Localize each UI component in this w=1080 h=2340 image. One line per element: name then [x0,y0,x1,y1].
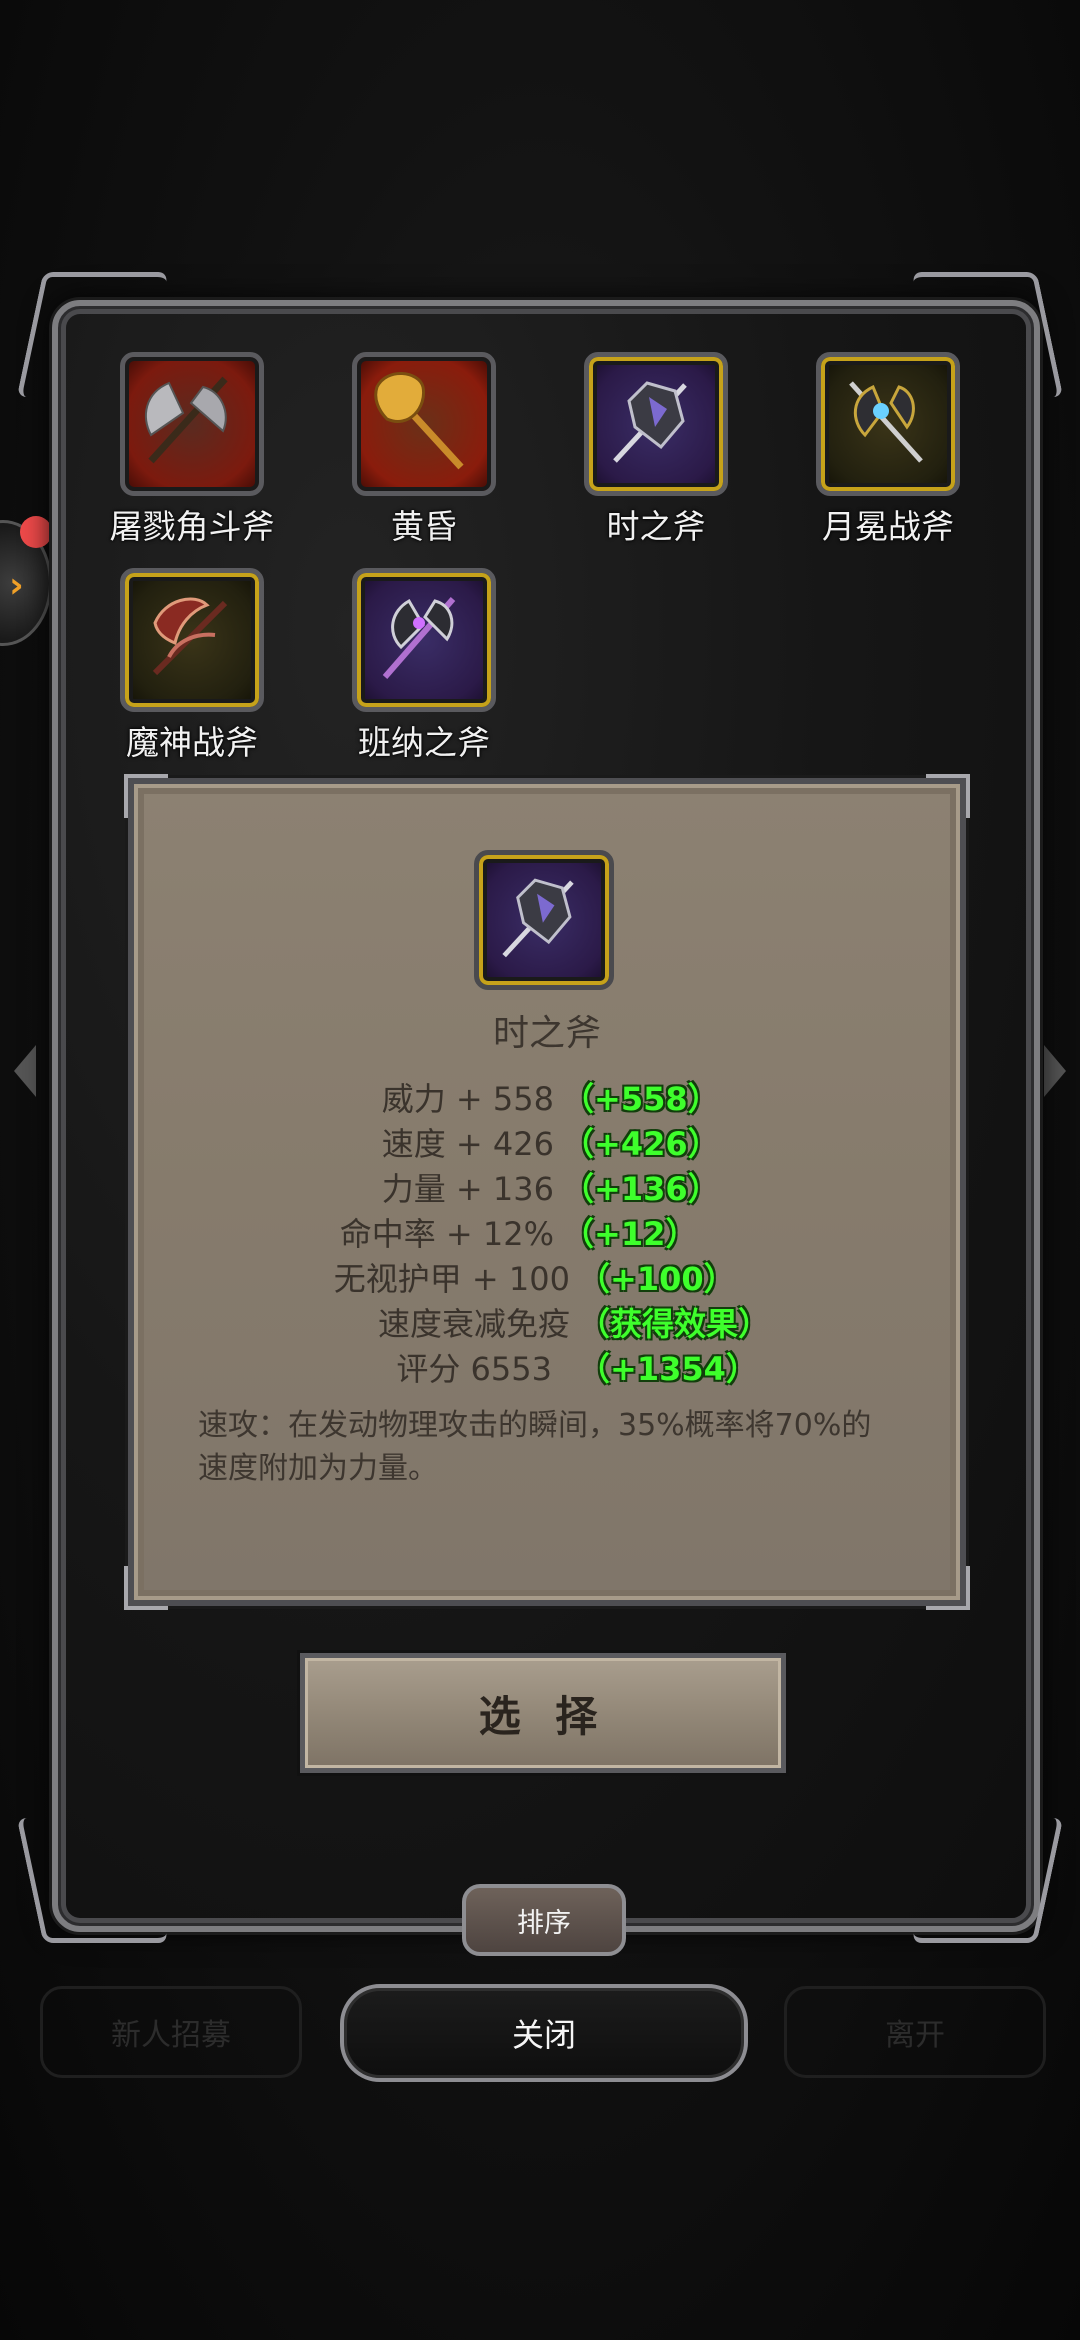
leave-button: 离开 [784,1986,1046,2078]
sort-button[interactable]: 排序 [462,1884,626,1956]
panel-ornament [926,774,970,818]
stat-row: 力量 + 136 （+136） [134,1164,960,1209]
stat-row: 速度 + 426 （+426） [134,1119,960,1164]
stat-row: 无视护甲 + 100 （+100） [134,1254,960,1299]
select-button-label: 选 择 [478,1691,608,1741]
item-slot-1[interactable]: 屠戮角斗斧 [92,352,292,548]
item-slot-4[interactable]: 月冕战斧 [788,352,988,548]
notification-dot [20,516,52,548]
stat-label: 速度 + 426 [381,1125,554,1163]
leave-button-label: 离开 [885,2018,945,2053]
double-axe-icon [120,352,264,496]
demon-battle-axe-icon [120,568,264,712]
stat-bonus: （+12） [562,1215,698,1253]
stat-label: 无视护甲 + 100 [333,1260,570,1298]
stat-label: 评分 6553 [396,1350,552,1388]
close-button-label: 关闭 [511,2016,576,2054]
item-label: 月冕战斧 [822,507,954,546]
stat-bonus: （获得效果） [578,1305,771,1343]
arrow-right-icon [1044,1045,1066,1097]
item-slot-5[interactable]: 魔神战斧 [92,568,292,764]
stat-label: 威力 + 558 [381,1080,554,1118]
chevron-right-icon: › [9,565,24,606]
item-slot-2[interactable]: 黄昏 [324,352,524,548]
stat-label: 命中率 + 12% [339,1215,554,1253]
panel-ornament [926,1566,970,1610]
close-button[interactable]: 关闭 [340,1984,748,2082]
stat-bonus: （+558） [562,1080,720,1118]
stat-row: 评分 6553 （+1354） [134,1344,960,1389]
item-label: 屠戮角斗斧 [109,507,275,546]
item-detail-panel: 时之斧 威力 + 558 （+558） 速度 + 426 （+426） 力量 +… [124,774,970,1610]
equipment-select-screen: 新人招募 离开 › 屠戮角斗斧 黄昏 时之斧 月冕战斧 魔神战斧 班纳之斧 时之… [0,0,1080,2340]
stat-bonus: （+426） [562,1125,720,1163]
stat-row: 命中率 + 12% （+12） [134,1209,960,1254]
recruit-button-label: 新人招募 [111,2018,231,2053]
time-axe-icon [474,850,614,990]
arrow-left-icon [14,1045,36,1097]
item-name: 时之斧 [492,1013,601,1054]
frame-ornament [16,1818,169,1943]
banner-axe-icon [352,568,496,712]
item-label: 黄昏 [391,507,457,546]
stat-bonus: （+136） [562,1170,720,1208]
item-label: 班纳之斧 [358,723,490,762]
frame-ornament [911,1818,1064,1943]
select-button[interactable]: 选 择 [300,1653,786,1773]
recruit-button: 新人招募 [40,1986,302,2078]
stat-row: 威力 + 558 （+558） [134,1074,960,1119]
item-label: 时之斧 [606,507,706,546]
item-slot-3[interactable]: 时之斧 [556,352,756,548]
panel-ornament [124,774,168,818]
stat-bonus: （+100） [578,1260,736,1298]
panel-ornament [124,1566,168,1610]
stats-list: 威力 + 558 （+558） 速度 + 426 （+426） 力量 + 136… [134,1074,960,1389]
sort-button-label: 排序 [517,1907,571,1939]
stat-bonus: （+1354） [578,1350,758,1388]
golden-axe-icon [352,352,496,496]
item-slot-6[interactable]: 班纳之斧 [324,568,524,764]
stat-label: 速度衰减免疫 [377,1305,570,1343]
stat-label: 力量 + 136 [381,1170,554,1208]
time-axe-icon [584,352,728,496]
stat-row: 速度衰减免疫 （获得效果） [134,1299,960,1344]
skill-description: 速攻：在发动物理攻击的瞬间，35%概率将70%的速度附加为力量。 [198,1408,872,1486]
moon-battle-axe-icon [816,352,960,496]
item-label: 魔神战斧 [126,723,258,762]
